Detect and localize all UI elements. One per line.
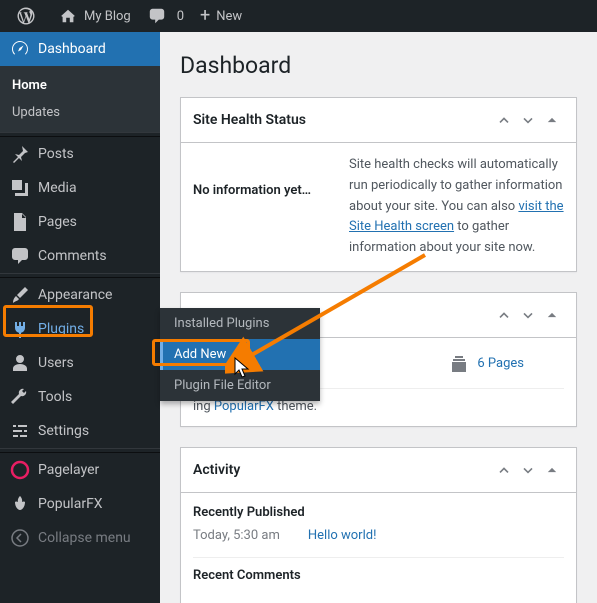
sidebar-pages-label: Pages <box>38 214 77 230</box>
activity-body: Recently Published Today, 5:30 am Hello … <box>181 493 576 603</box>
pagelayer-icon <box>10 460 30 480</box>
toggle-panel-button[interactable] <box>540 458 564 482</box>
collapse-icon <box>10 528 30 548</box>
flyout-plugin-editor[interactable]: Plugin File Editor <box>160 370 320 401</box>
sidebar-dashboard-label: Dashboard <box>38 41 106 57</box>
admin-sidebar: Dashboard Home Updates Posts Media Pages… <box>0 32 160 603</box>
comment-count: 0 <box>177 9 184 24</box>
sidebar-item-media[interactable]: Media <box>0 171 160 205</box>
sidebar-sub-updates[interactable]: Updates <box>0 99 160 126</box>
comment-icon <box>147 6 167 26</box>
site-health-description: Site health checks will automatically ru… <box>349 155 564 259</box>
activity-post-link[interactable]: Hello world! <box>308 528 377 543</box>
sidebar-item-pagelayer[interactable]: Pagelayer <box>0 453 160 487</box>
pages-icon <box>10 212 30 232</box>
sidebar-item-posts[interactable]: Posts <box>0 137 160 171</box>
site-health-card: Site Health Status No information yet… S… <box>180 97 577 272</box>
glance-running-suffix: theme. <box>274 399 317 414</box>
sidebar-media-label: Media <box>38 180 77 196</box>
sidebar-collapse-label: Collapse menu <box>38 530 131 546</box>
activity-header: Activity <box>181 448 576 493</box>
site-health-header: Site Health Status <box>181 98 576 143</box>
sliders-icon <box>10 421 30 441</box>
activity-time: Today, 5:30 am <box>193 528 280 543</box>
site-health-status: No information yet… <box>193 155 333 259</box>
flyout-installed-plugins[interactable]: Installed Plugins <box>160 308 320 339</box>
sidebar-posts-label: Posts <box>38 146 74 162</box>
activity-card: Activity Recently Published Today, 5:30 … <box>180 447 577 603</box>
glance-pages-link[interactable]: 6 Pages <box>477 356 524 371</box>
activity-row: Today, 5:30 am Hello world! <box>193 528 564 543</box>
move-down-button[interactable] <box>516 108 540 132</box>
home-icon <box>58 6 78 26</box>
plugin-icon <box>10 319 30 339</box>
recent-comments-title: Recent Comments <box>193 557 564 583</box>
move-down-button[interactable] <box>516 458 540 482</box>
pin-icon <box>10 144 30 164</box>
glance-theme-link[interactable]: PopularFX <box>214 399 274 414</box>
sidebar-item-settings[interactable]: Settings <box>0 414 160 448</box>
new-label: New <box>216 9 242 24</box>
page-title: Dashboard <box>180 52 577 79</box>
site-name-link[interactable]: My Blog <box>50 0 139 32</box>
sidebar-item-tools[interactable]: Tools <box>0 380 160 414</box>
sidebar-tools-label: Tools <box>38 389 72 405</box>
users-icon <box>10 353 30 373</box>
sidebar-sub-home[interactable]: Home <box>0 72 160 99</box>
sidebar-users-label: Users <box>38 355 74 371</box>
sidebar-appearance-label: Appearance <box>38 287 112 303</box>
sidebar-item-plugins[interactable]: Plugins <box>0 312 160 346</box>
sidebar-item-appearance[interactable]: Appearance <box>0 278 160 312</box>
toggle-panel-button[interactable] <box>540 108 564 132</box>
sidebar-item-popularfx[interactable]: PopularFX <box>0 487 160 521</box>
brush-icon <box>10 285 30 305</box>
media-icon <box>10 178 30 198</box>
sidebar-comments-label: Comments <box>38 248 107 264</box>
plugins-flyout: Installed Plugins Add New Plugin File Ed… <box>160 308 320 401</box>
toggle-panel-button[interactable] <box>540 303 564 327</box>
sidebar-item-comments[interactable]: Comments <box>0 239 160 273</box>
comments-link[interactable]: 0 <box>139 0 192 32</box>
sidebar-item-pages[interactable]: Pages <box>0 205 160 239</box>
site-health-title: Site Health Status <box>193 112 492 128</box>
sidebar-item-users[interactable]: Users <box>0 346 160 380</box>
move-down-button[interactable] <box>516 303 540 327</box>
sidebar-item-dashboard[interactable]: Dashboard <box>0 32 160 66</box>
comments-icon <box>10 246 30 266</box>
dashboard-icon <box>10 39 30 59</box>
move-up-button[interactable] <box>492 458 516 482</box>
wordpress-icon <box>16 6 36 26</box>
sidebar-collapse[interactable]: Collapse menu <box>0 521 160 555</box>
site-name-text: My Blog <box>84 9 131 24</box>
activity-title: Activity <box>193 462 492 478</box>
sidebar-popularfx-label: PopularFX <box>38 496 103 512</box>
admin-bar: My Blog 0 + New <box>0 0 597 32</box>
wp-logo-button[interactable] <box>8 0 50 32</box>
move-up-button[interactable] <box>492 303 516 327</box>
sidebar-pagelayer-label: Pagelayer <box>38 462 99 478</box>
recently-published-title: Recently Published <box>193 505 564 520</box>
popularfx-icon <box>10 494 30 514</box>
pages-icon <box>449 354 469 374</box>
sidebar-plugins-label: Plugins <box>38 321 84 337</box>
move-up-button[interactable] <box>492 108 516 132</box>
flyout-add-new[interactable]: Add New <box>160 339 320 370</box>
site-health-body: No information yet… Site health checks w… <box>181 143 576 271</box>
glance-running-prefix: ing <box>193 399 214 414</box>
new-content-link[interactable]: + New <box>192 0 250 32</box>
wrench-icon <box>10 387 30 407</box>
sidebar-dashboard-submenu: Home Updates <box>0 66 160 132</box>
sidebar-settings-label: Settings <box>38 423 89 439</box>
plus-icon: + <box>200 7 210 25</box>
